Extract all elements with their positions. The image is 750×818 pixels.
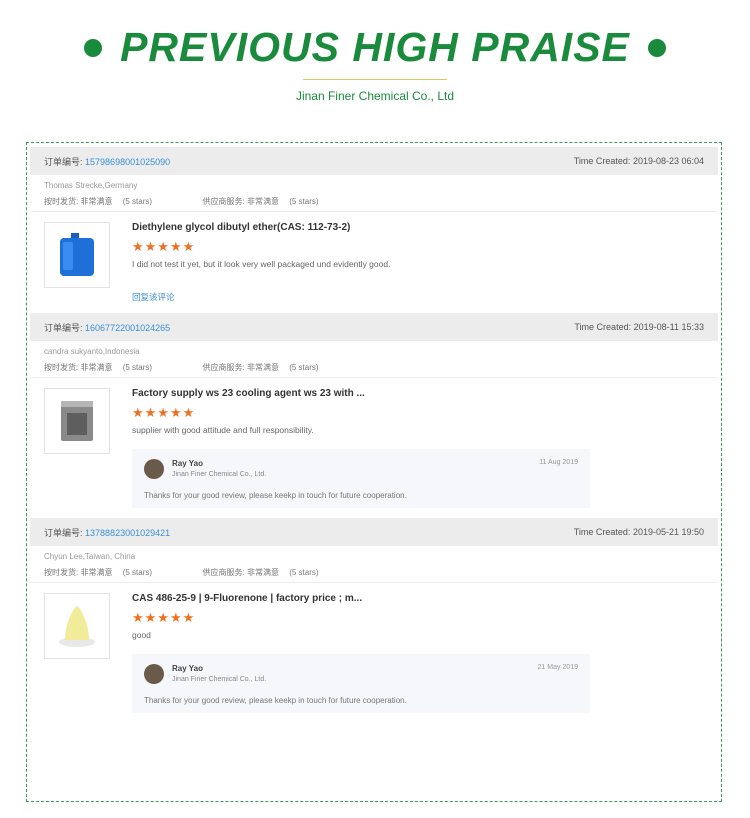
- reply-author: Ray Yao: [172, 664, 203, 673]
- title-divider: [303, 79, 447, 80]
- company-subtitle: Jinan Finer Chemical Co., Ltd: [295, 89, 455, 103]
- service-rating-label: 供应商服务: 非常满意: [202, 197, 279, 206]
- order-header: 订单编号: 16067722001024265 Time Created: 20…: [30, 313, 718, 341]
- buyer-name: Thomas Strecke,Germany: [44, 181, 138, 190]
- time-created-label: Time Created:: [573, 527, 631, 537]
- ratings-row: 按时发货: 非常满意 (5 stars) 供应商服务: 非常满意 (5 star…: [44, 362, 704, 373]
- reviews-frame: 订单编号: 15798698001025090 Time Created: 20…: [26, 142, 722, 802]
- review-card: 订单编号: 16067722001024265 Time Created: 20…: [30, 313, 718, 516]
- avatar: [144, 459, 164, 479]
- reply-text: Thanks for your good review, please keek…: [144, 696, 407, 705]
- powder-pile-icon: [59, 606, 95, 647]
- page-title: PREVIOUS HIGH PRAISE: [120, 24, 630, 70]
- delivery-rating-label: 按时发货: 非常满意: [44, 197, 113, 206]
- star-rating: ★★★★★: [132, 405, 196, 420]
- supplier-reply: Ray Yao Jinan Finer Chemical Co., Ltd. 2…: [132, 654, 590, 713]
- delivery-rating-stars: (5 stars): [122, 568, 153, 577]
- reply-text: Thanks for your good review, please keek…: [144, 491, 407, 500]
- service-rating-label: 供应商服务: 非常满意: [202, 568, 279, 577]
- avatar: [144, 664, 164, 684]
- review-body: CAS 486-25-9 | 9-Fluorenone | factory pr…: [30, 583, 718, 721]
- order-header: 订单编号: 13788823001029421 Time Created: 20…: [30, 518, 718, 546]
- review-comment: good: [132, 630, 151, 640]
- review-card: 订单编号: 15798698001025090 Time Created: 20…: [30, 147, 718, 311]
- product-thumbnail[interactable]: [44, 388, 110, 454]
- star-rating: ★★★★★: [132, 610, 196, 625]
- header: PREVIOUS HIGH PRAISE Jinan Finer Chemica…: [0, 0, 750, 124]
- review-body: Factory supply ws 23 cooling agent ws 23…: [30, 378, 718, 516]
- blue-drum-icon: [60, 233, 94, 276]
- title-row: PREVIOUS HIGH PRAISE: [0, 24, 750, 71]
- delivery-rating-label: 按时发货: 非常满意: [44, 363, 113, 372]
- delivery-rating-label: 按时发货: 非常满意: [44, 568, 113, 577]
- order-meta: Thomas Strecke,Germany 按时发货: 非常满意 (5 sta…: [30, 175, 718, 212]
- review-info: CAS 486-25-9 | 9-Fluorenone | factory pr…: [132, 593, 704, 713]
- product-thumbnail[interactable]: [44, 593, 110, 659]
- order-number-link[interactable]: 16067722001024265: [85, 323, 170, 333]
- time-created-value: 2019-08-23 06:04: [632, 156, 704, 166]
- foil-bag-icon: [61, 401, 93, 441]
- reply-review-link[interactable]: 回复该评论: [132, 291, 704, 303]
- service-rating-stars: (5 stars): [289, 363, 319, 372]
- buyer-name: candra sukyanto,Indonesia: [44, 347, 140, 356]
- service-rating-stars: (5 stars): [289, 568, 319, 577]
- order-meta: candra sukyanto,Indonesia 按时发货: 非常满意 (5 …: [30, 341, 718, 378]
- buyer-name: Chyun Lee,Taiwan, China: [44, 552, 136, 561]
- service-rating-stars: (5 stars): [289, 197, 319, 206]
- order-number-label: 订单编号:: [44, 156, 83, 167]
- reply-date: 11 Aug 2019: [539, 459, 578, 466]
- ratings-row: 按时发货: 非常满意 (5 stars) 供应商服务: 非常满意 (5 star…: [44, 196, 704, 207]
- product-name[interactable]: Diethylene glycol dibutyl ether(CAS: 112…: [132, 222, 704, 233]
- service-rating-label: 供应商服务: 非常满意: [202, 363, 279, 372]
- star-rating: ★★★★★: [132, 239, 196, 254]
- review-body: Diethylene glycol dibutyl ether(CAS: 112…: [30, 212, 718, 311]
- reply-date: 21 May 2019: [537, 664, 578, 671]
- review-card: 订单编号: 13788823001029421 Time Created: 20…: [30, 518, 718, 721]
- order-number-link[interactable]: 15798698001025090: [85, 157, 170, 167]
- supplier-reply: Ray Yao Jinan Finer Chemical Co., Ltd. 1…: [132, 449, 590, 508]
- product-thumbnail[interactable]: [44, 222, 110, 288]
- order-meta: Chyun Lee,Taiwan, China 按时发货: 非常满意 (5 st…: [30, 546, 718, 583]
- time-created-value: 2019-05-21 19:50: [632, 527, 704, 537]
- product-name[interactable]: CAS 486-25-9 | 9-Fluorenone | factory pr…: [132, 593, 704, 604]
- reply-author: Ray Yao: [172, 459, 203, 468]
- review-comment: I did not test it yet, but it look very …: [132, 259, 391, 269]
- delivery-rating-stars: (5 stars): [122, 197, 153, 206]
- time-created-label: Time Created:: [573, 156, 631, 166]
- time-created-value: 2019-08-11 15:33: [633, 322, 704, 332]
- delivery-rating-stars: (5 stars): [122, 363, 153, 372]
- review-info: Diethylene glycol dibutyl ether(CAS: 112…: [132, 222, 704, 303]
- order-number-link[interactable]: 13788823001029421: [85, 528, 170, 538]
- time-created-label: Time Created:: [574, 322, 632, 332]
- review-comment: supplier with good attitude and full res…: [132, 425, 314, 435]
- bullet-dot-right-icon: [647, 38, 666, 57]
- product-name[interactable]: Factory supply ws 23 cooling agent ws 23…: [132, 388, 704, 399]
- ratings-row: 按时发货: 非常满意 (5 stars) 供应商服务: 非常满意 (5 star…: [44, 567, 704, 578]
- order-number-label: 订单编号:: [44, 322, 83, 333]
- reply-company: Jinan Finer Chemical Co., Ltd.: [172, 676, 267, 683]
- reply-company: Jinan Finer Chemical Co., Ltd.: [172, 471, 267, 478]
- order-header: 订单编号: 15798698001025090 Time Created: 20…: [30, 147, 718, 175]
- order-number-label: 订单编号:: [44, 527, 83, 538]
- bullet-dot-left-icon: [84, 38, 103, 57]
- review-info: Factory supply ws 23 cooling agent ws 23…: [132, 388, 704, 508]
